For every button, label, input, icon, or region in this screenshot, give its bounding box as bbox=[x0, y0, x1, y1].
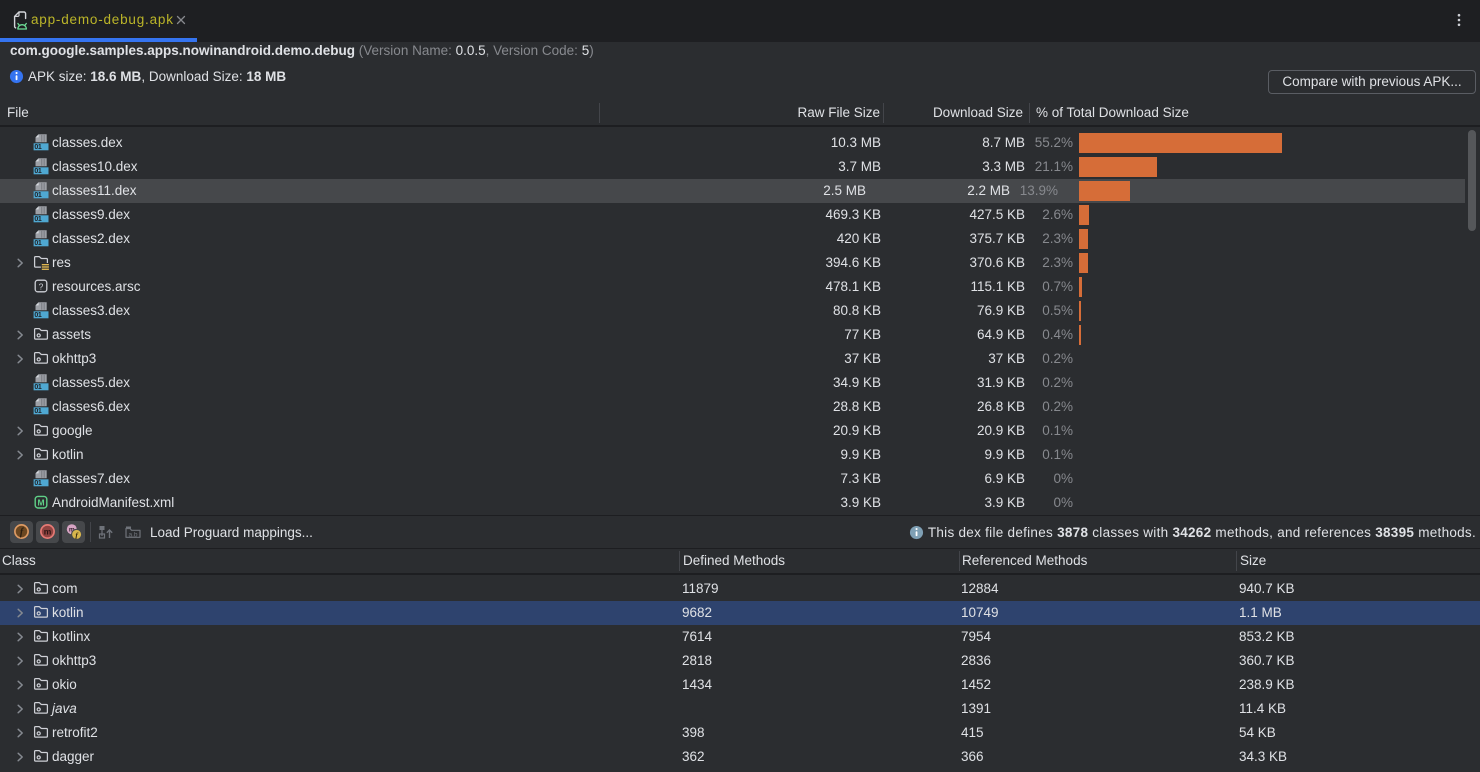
svg-text:01: 01 bbox=[34, 192, 41, 199]
svg-text:01: 01 bbox=[34, 144, 41, 151]
svg-text:01: 01 bbox=[34, 480, 41, 487]
svg-text:01: 01 bbox=[34, 312, 41, 319]
svg-text:01: 01 bbox=[34, 240, 41, 247]
svg-text:a.b: a.b bbox=[128, 532, 137, 539]
svg-text:01: 01 bbox=[34, 168, 41, 175]
svg-text:?: ? bbox=[39, 281, 44, 291]
svg-text:m: m bbox=[44, 527, 52, 537]
svg-text:M: M bbox=[37, 498, 44, 508]
svg-text:01: 01 bbox=[34, 384, 41, 391]
svg-text:01: 01 bbox=[34, 216, 41, 223]
svg-text:01: 01 bbox=[34, 408, 41, 415]
